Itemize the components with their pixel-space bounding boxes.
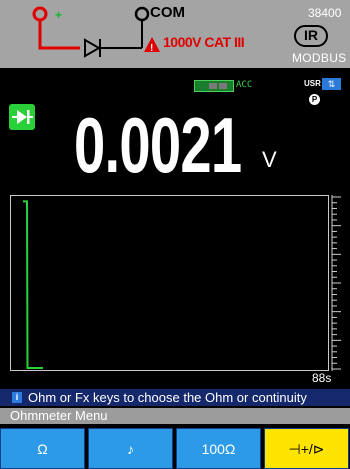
axis-ticks xyxy=(331,195,341,371)
model-number: 38400 xyxy=(308,6,342,20)
red-lead xyxy=(38,20,80,50)
menu-title: Ohmmeter Menu xyxy=(10,408,108,423)
info-text: Ohm or Fx keys to choose the Ohm or cont… xyxy=(28,390,307,405)
svg-text:!: ! xyxy=(150,43,153,54)
battery-icon xyxy=(194,80,234,92)
ohm-key[interactable]: Ω xyxy=(0,428,85,469)
connection-banner: + ! COM 1000V CAT III 38400 IR MODBUS xyxy=(0,0,350,68)
trend-graph xyxy=(10,195,329,371)
diode-capacitor-key[interactable]: ⊣+/⊳ xyxy=(264,428,349,469)
softkey-bar: Ω ♪ 100Ω ⊣+/⊳ xyxy=(0,428,350,469)
diode-icon xyxy=(12,110,33,124)
ir-badge: IR xyxy=(294,25,328,47)
graph-time-span: 88s xyxy=(312,371,332,385)
graph-axis xyxy=(331,195,345,371)
diode-mode-icon xyxy=(9,104,35,130)
reading-unit: V xyxy=(262,147,277,172)
com-terminal-icon xyxy=(134,6,150,22)
com-label: COM xyxy=(150,4,185,21)
protocol-label: MODBUS xyxy=(292,51,347,65)
trend-plot xyxy=(23,200,43,369)
continuity-key[interactable]: ♪ xyxy=(88,428,173,469)
plus-terminal-icon xyxy=(32,6,48,22)
arrows-icon: ⇅ xyxy=(322,78,341,90)
trend-trace xyxy=(23,200,43,369)
info-icon: i xyxy=(12,392,22,403)
p-indicator: P xyxy=(309,94,320,105)
acc-indicator: ACC xyxy=(236,80,253,90)
diode-icon xyxy=(84,38,102,58)
usr-label: USR xyxy=(304,79,321,88)
plus-sign-icon: + xyxy=(55,8,62,22)
main-reading: 0.0021 xyxy=(74,101,242,189)
range-100-ohm-key[interactable]: 100Ω xyxy=(176,428,261,469)
cat-rating-label: 1000V CAT III xyxy=(163,34,245,50)
